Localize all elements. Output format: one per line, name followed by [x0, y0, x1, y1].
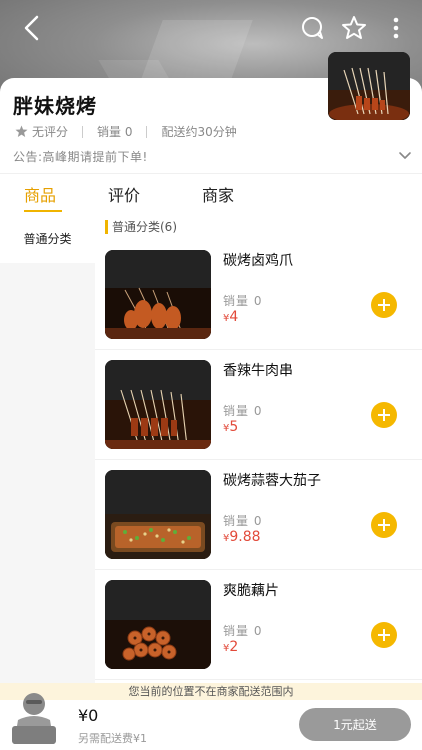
tab-reviews[interactable]: 评价 [108, 182, 140, 206]
tab-active-indicator [24, 210, 62, 212]
tab-merchant[interactable]: 商家 [202, 182, 234, 206]
product-sales: 销量 0 [223, 294, 263, 308]
sidebar-item-normal-category[interactable]: 普通分类 [0, 213, 95, 263]
plus-icon [378, 409, 390, 421]
rating-star-icon [15, 125, 28, 138]
price-value: 5 [229, 419, 239, 435]
product-sales: 销量 0 [223, 404, 263, 418]
delivery-fee: 另需配送费¥1 [78, 732, 147, 745]
plus-icon [378, 629, 390, 641]
store-thumbnail [328, 52, 410, 120]
product-name: 碳烤卤鸡爪 [223, 253, 293, 269]
plus-icon [378, 519, 390, 531]
store-meta-row: 无评分 销量 0 配送约30分钟 [15, 123, 237, 140]
product-item[interactable]: 碳烤蒜蓉大茄子 销量 0 ¥9.88 [95, 460, 422, 570]
star-icon[interactable] [338, 12, 370, 44]
product-sales: 销量 0 [223, 514, 263, 528]
category-marker [105, 219, 108, 234]
back-icon[interactable] [16, 12, 48, 44]
add-to-cart-button[interactable] [371, 622, 397, 648]
divider [146, 125, 148, 138]
category-header: 普通分类(6) [105, 218, 177, 235]
product-item[interactable]: 碳烤卤鸡爪 销量 0 ¥4 [95, 240, 422, 350]
cart-bar: ¥0 另需配送费¥1 1元起送 [0, 693, 422, 750]
rating-text: 无评分 [32, 125, 69, 139]
chat-icon[interactable] [297, 12, 329, 44]
product-name: 爽脆藕片 [223, 583, 279, 599]
product-price: ¥5 [223, 419, 238, 435]
cart-total: ¥0 [78, 706, 99, 725]
divider [82, 125, 84, 138]
category-title: 普通分类(6) [112, 220, 177, 234]
product-name: 碳烤蒜蓉大茄子 [223, 473, 321, 489]
add-to-cart-button[interactable] [371, 292, 397, 318]
category-sidebar: 普通分类 [0, 213, 95, 683]
product-price: ¥4 [223, 309, 238, 325]
product-price: ¥2 [223, 639, 238, 655]
product-image [105, 360, 211, 449]
store-notice: 公告:高峰期请提前下单! [13, 150, 148, 164]
product-image [105, 580, 211, 669]
product-image [105, 470, 211, 559]
product-name: 香辣牛肉串 [223, 363, 293, 379]
price-value: 4 [229, 309, 239, 325]
product-sales: 销量 0 [223, 624, 263, 638]
add-to-cart-button[interactable] [371, 402, 397, 428]
cart-icon[interactable] [8, 686, 60, 746]
plus-icon [378, 299, 390, 311]
checkout-button[interactable]: 1元起送 [299, 708, 411, 741]
price-value: 2 [229, 639, 239, 655]
sales-text: 销量 0 [97, 125, 133, 139]
price-value: 9.88 [229, 529, 261, 545]
product-item[interactable]: 爽脆藕片 销量 0 ¥2 [95, 570, 422, 680]
add-to-cart-button[interactable] [371, 512, 397, 538]
product-item[interactable]: 香辣牛肉串 销量 0 ¥5 [95, 350, 422, 460]
delivery-time: 配送约30分钟 [161, 125, 237, 139]
more-icon[interactable] [380, 12, 412, 44]
store-info-card: 胖妹烧烤 无评分 销量 0 配送约30分钟 公告:高峰期请提前下单! [0, 52, 422, 173]
chevron-down-icon[interactable] [398, 146, 412, 165]
tab-products[interactable]: 商品 [24, 182, 56, 206]
tab-bar: 商品 评价 商家 [0, 173, 422, 213]
product-image [105, 250, 211, 339]
delivery-range-notice: 您当前的位置不在商家配送范围内 [0, 683, 422, 700]
product-price: ¥9.88 [223, 529, 261, 545]
store-name: 胖妹烧烤 [13, 94, 97, 118]
